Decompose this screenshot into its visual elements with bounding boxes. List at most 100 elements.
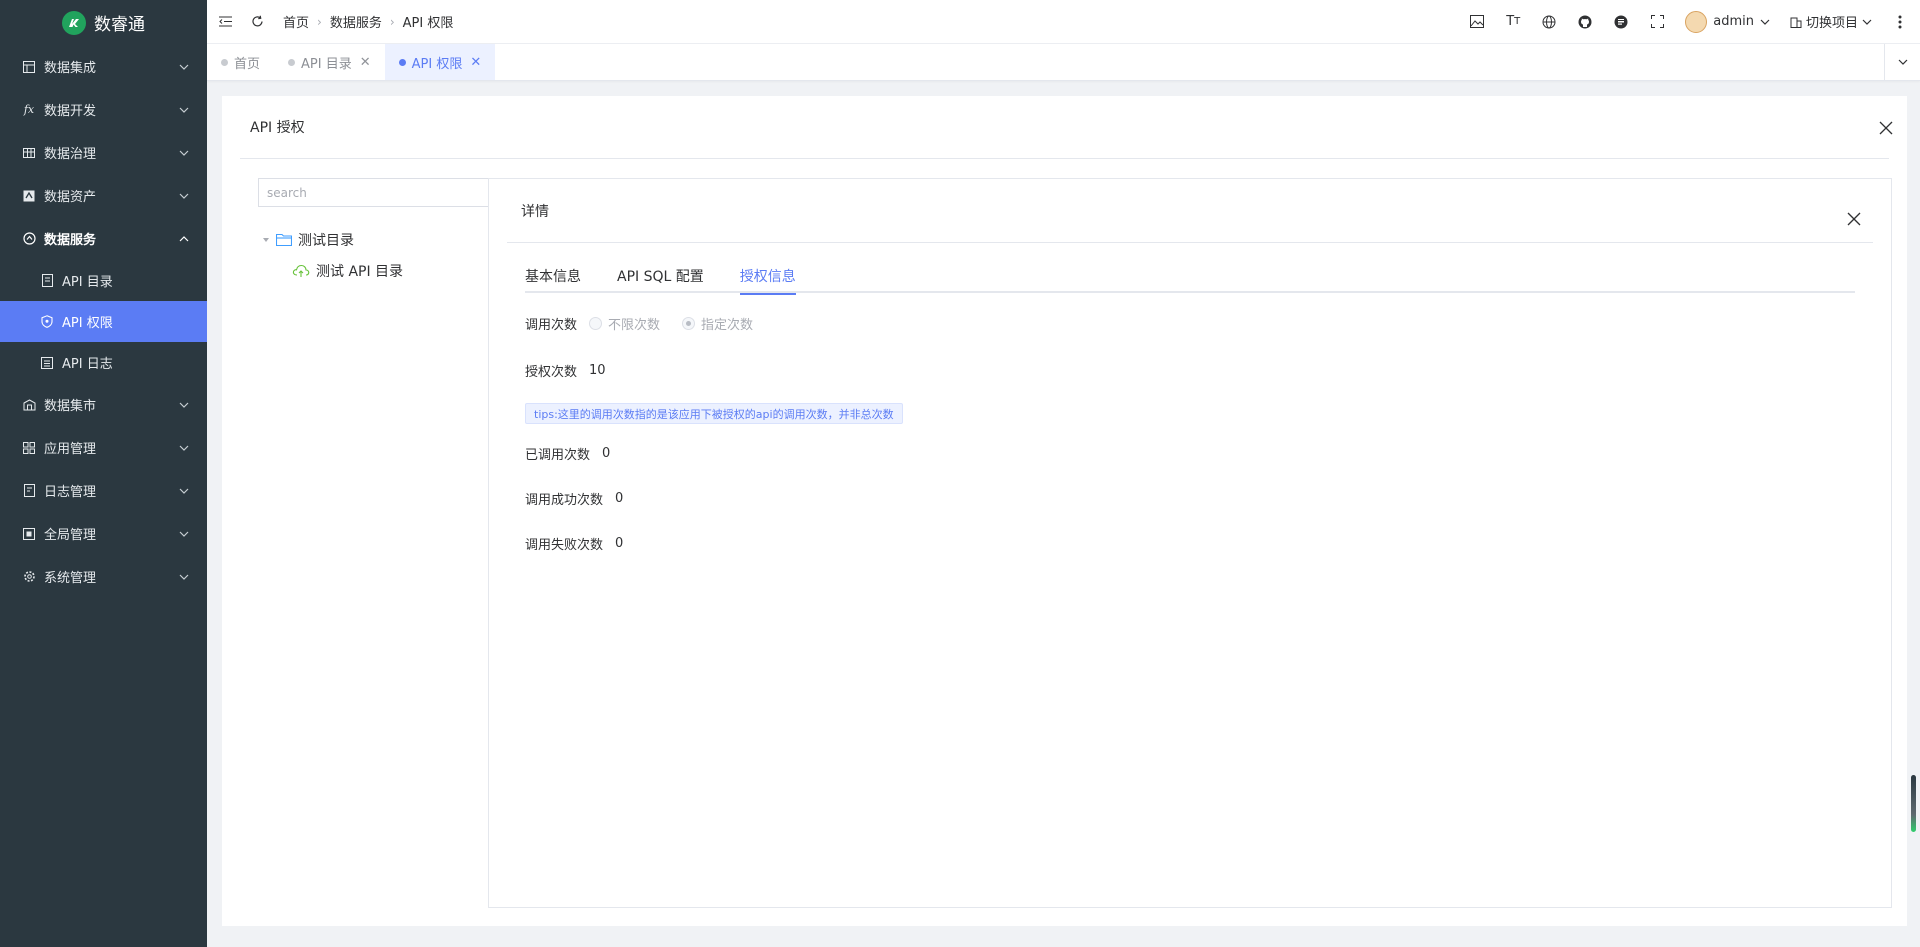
tips-note: tips:这里的调用次数指的是该应用下被授权的api的调用次数，并非总次数 (525, 403, 903, 424)
radio-label: 指定次数 (701, 318, 754, 333)
image-icon[interactable] (1469, 14, 1485, 30)
log-icon (22, 484, 36, 498)
sidebar-item-log-management[interactable]: 日志管理 (0, 469, 207, 512)
global-icon (22, 527, 36, 541)
sidebar-item-label: 数据治理 (44, 147, 97, 162)
radio-specified[interactable]: 指定次数 (682, 314, 753, 333)
radio-unlimited[interactable]: 不限次数 (589, 314, 660, 333)
breadcrumb-api-permission: API 权限 (402, 16, 454, 31)
sidebar-item-data-service[interactable]: 数据服务 (0, 217, 207, 260)
chevron-down-icon (179, 150, 189, 156)
fail-count-field: 调用失败次数 0 (525, 534, 623, 553)
sidebar-subitem-label: API 目录 (62, 275, 113, 290)
table-icon (22, 146, 36, 160)
logo-icon (62, 10, 86, 35)
close-icon[interactable]: ✕ (470, 55, 481, 70)
sidebar-item-data-assets[interactable]: 数据资产 (0, 174, 207, 217)
sidebar-item-label: 应用管理 (44, 442, 97, 457)
chevron-down-icon (1898, 59, 1907, 65)
detail-header: 详情 (507, 179, 1873, 243)
sidebar-subitem-api-catalog[interactable]: API 目录 (0, 260, 207, 301)
building-icon (1790, 17, 1802, 28)
fail-count-label: 调用失败次数 (525, 538, 604, 553)
menu-fold-icon[interactable] (217, 14, 233, 30)
username: admin (1713, 14, 1754, 29)
document-icon (40, 274, 54, 288)
chevron-down-icon (179, 574, 189, 580)
app-name: 数睿通 (94, 15, 145, 35)
sidebar-item-app-management[interactable]: 应用管理 (0, 426, 207, 469)
fullscreen-icon[interactable] (1649, 14, 1665, 30)
shield-icon (40, 315, 54, 329)
close-icon[interactable]: ✕ (360, 55, 371, 70)
sidebar-item-label: 日志管理 (44, 485, 97, 500)
cloud-upload-icon (292, 264, 310, 277)
sidebar-item-label: 数据集市 (44, 399, 97, 414)
api-auth-card: API 授权 search 测试目录 测试 API 目录 详情 基本信息 API… (222, 96, 1907, 926)
font-size-icon[interactable]: TT (1505, 14, 1521, 30)
radio-label: 不限次数 (608, 318, 661, 333)
tree-node-folder[interactable]: 测试目录 (262, 224, 403, 255)
market-icon (22, 398, 36, 412)
search-input[interactable]: search (258, 178, 489, 207)
chevron-down-icon (179, 193, 189, 199)
tabs-more-button[interactable] (1884, 44, 1920, 80)
service-icon (22, 232, 36, 246)
scroll-indicator[interactable] (1911, 775, 1916, 832)
card-title: API 授权 (250, 120, 305, 136)
sidebar-subitem-api-permission[interactable]: API 权限 (0, 301, 207, 342)
sidebar-subitem-api-log[interactable]: API 日志 (0, 342, 207, 383)
sidebar-item-label: 全局管理 (44, 528, 97, 543)
close-icon[interactable] (1847, 212, 1861, 226)
user-menu[interactable]: admin (1685, 10, 1770, 33)
sidebar: 数睿通 数据集成 fx 数据开发 数据治理 数据资产 数据服务 API 目录 A… (0, 0, 207, 947)
tree-node-label: 测试 API 目录 (316, 263, 404, 280)
call-limit-label: 调用次数 (525, 318, 578, 333)
tab-label: 首页 (234, 56, 261, 72)
tabs-bar: 首页 API 目录 ✕ API 权限 ✕ (207, 44, 1920, 81)
sidebar-item-data-dev[interactable]: fx 数据开发 (0, 88, 207, 131)
sidebar-item-system-management[interactable]: 系统管理 (0, 555, 207, 598)
top-bar: 首页 › 数据服务 › API 权限 TT admin 切换项目 (207, 0, 1920, 44)
tab-basic-info[interactable]: 基本信息 (525, 259, 581, 293)
language-icon[interactable] (1541, 14, 1557, 30)
sidebar-item-label: 数据集成 (44, 61, 97, 76)
chevron-down-icon (179, 531, 189, 537)
detail-panel: 详情 基本信息 API SQL 配置 授权信息 调用次数 不限次数 指定次数 授… (488, 178, 1892, 908)
tab-api-sql-config[interactable]: API SQL 配置 (617, 259, 704, 293)
tab-auth-info[interactable]: 授权信息 (739, 259, 796, 295)
gitee-icon[interactable] (1613, 14, 1629, 30)
close-icon[interactable] (1879, 121, 1893, 135)
called-count-field: 已调用次数 0 (525, 444, 610, 463)
catalog-tree: 测试目录 测试 API 目录 (262, 224, 403, 286)
project-switch-label: 切换项目 (1805, 16, 1858, 31)
sidebar-item-data-governance[interactable]: 数据治理 (0, 131, 207, 174)
caret-down-icon[interactable] (262, 236, 270, 244)
chevron-down-icon (1760, 19, 1770, 25)
github-icon[interactable] (1577, 14, 1593, 30)
chevron-down-icon (1862, 19, 1872, 25)
breadcrumb-home[interactable]: 首页 (283, 12, 309, 31)
tab-dot (398, 58, 406, 66)
radio-circle (682, 317, 696, 330)
sidebar-item-global-management[interactable]: 全局管理 (0, 512, 207, 555)
project-switch[interactable]: 切换项目 (1790, 12, 1872, 31)
tab-dot (221, 58, 228, 66)
chevron-down-icon (179, 445, 189, 451)
grid-icon (22, 60, 36, 74)
logo[interactable]: 数睿通 (0, 0, 207, 45)
sidebar-item-label: 数据资产 (44, 190, 97, 205)
sidebar-subitem-label: API 权限 (62, 316, 113, 331)
tab-api-catalog[interactable]: API 目录 ✕ (274, 44, 385, 80)
sidebar-item-data-integration[interactable]: 数据集成 (0, 45, 207, 88)
tab-home[interactable]: 首页 (207, 44, 274, 80)
breadcrumb-data-service[interactable]: 数据服务 (330, 12, 382, 31)
chevron-down-icon (179, 107, 189, 113)
sidebar-item-data-market[interactable]: 数据集市 (0, 383, 207, 426)
tab-api-permission[interactable]: API 权限 ✕ (384, 44, 496, 80)
fx-icon: fx (23, 103, 35, 116)
tree-node-leaf[interactable]: 测试 API 目录 (262, 255, 403, 286)
asset-icon (22, 189, 36, 203)
more-vertical-icon[interactable] (1892, 14, 1908, 30)
refresh-icon[interactable] (249, 14, 265, 30)
